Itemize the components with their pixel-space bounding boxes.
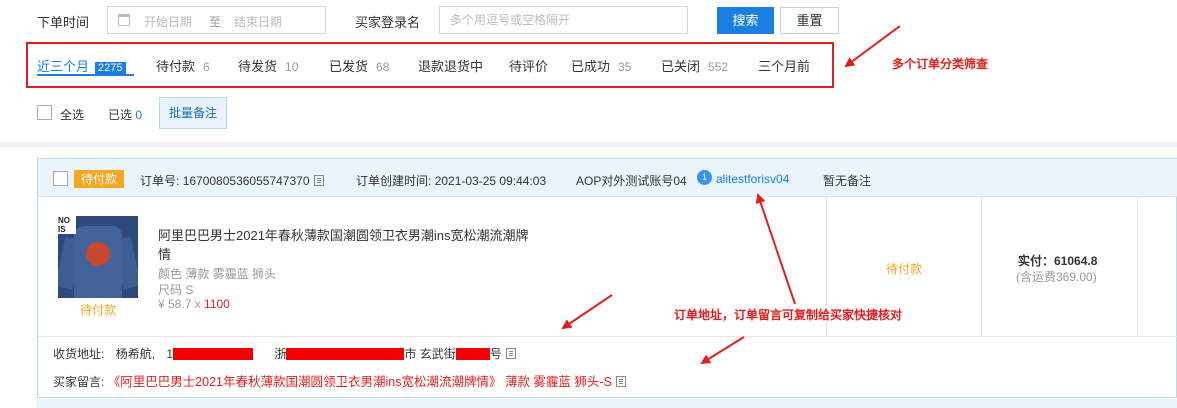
arrow-to-tabs (844, 25, 901, 68)
annotation-arrows (561, 25, 901, 365)
arrow-to-remark (700, 336, 745, 365)
arrow-to-wangwang (755, 193, 796, 305)
arrow-to-address (561, 294, 613, 330)
